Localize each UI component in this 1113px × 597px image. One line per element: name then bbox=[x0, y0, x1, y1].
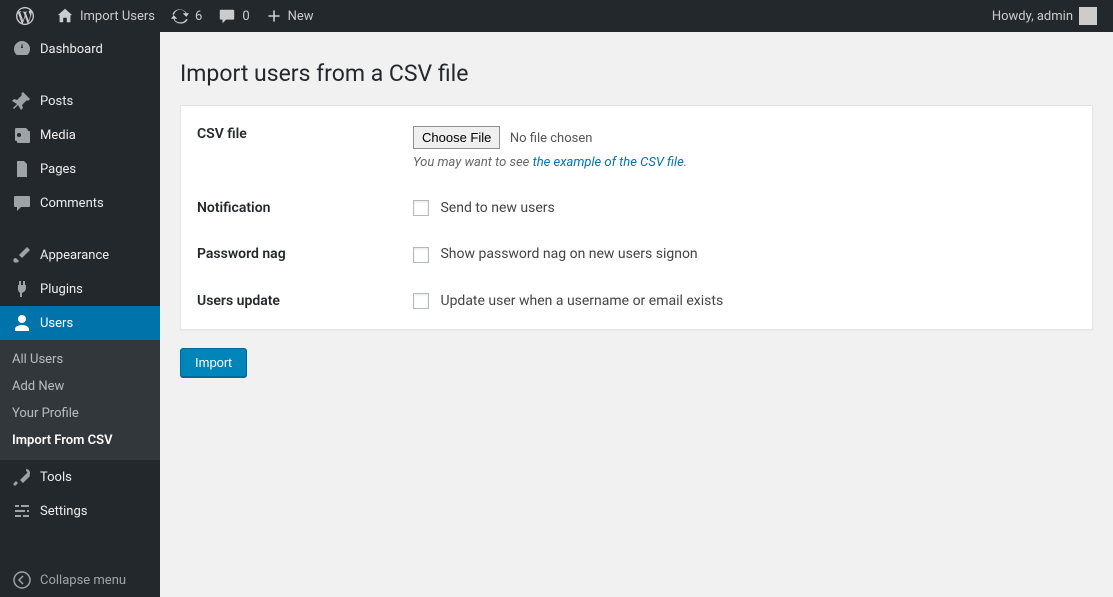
menu-label: Media bbox=[40, 128, 76, 143]
home-icon bbox=[56, 7, 74, 25]
collapse-icon bbox=[12, 570, 32, 590]
users-update-check-label: Update user when a username or email exi… bbox=[440, 293, 723, 309]
menu-label: Tools bbox=[40, 470, 72, 485]
site-title: Import Users bbox=[80, 9, 155, 24]
content-area: Import users from a CSV file CSV file Ch… bbox=[160, 32, 1113, 597]
users-submenu: All Users Add New Your Profile Import Fr… bbox=[0, 340, 160, 460]
menu-dashboard[interactable]: Dashboard bbox=[0, 32, 160, 66]
menu-appearance[interactable]: Appearance bbox=[0, 238, 160, 272]
menu-label: Pages bbox=[40, 162, 76, 177]
update-icon bbox=[171, 7, 189, 25]
sliders-icon bbox=[12, 501, 32, 521]
comments-count: 0 bbox=[242, 9, 249, 24]
updates-count: 6 bbox=[195, 9, 202, 24]
plug-icon bbox=[12, 279, 32, 299]
menu-label: Comments bbox=[40, 196, 104, 211]
pin-icon bbox=[12, 91, 32, 111]
menu-settings[interactable]: Settings bbox=[0, 494, 160, 528]
user-icon bbox=[12, 313, 32, 333]
site-link[interactable]: Import Users bbox=[48, 0, 163, 32]
password-nag-checkbox[interactable] bbox=[413, 247, 429, 263]
notification-checkbox[interactable] bbox=[413, 200, 429, 216]
notification-check-label: Send to new users bbox=[440, 200, 554, 216]
menu-label: Posts bbox=[40, 94, 73, 109]
menu-tools[interactable]: Tools bbox=[0, 460, 160, 494]
page-title: Import users from a CSV file bbox=[180, 52, 1093, 87]
updates-link[interactable]: 6 bbox=[163, 0, 210, 32]
collapse-menu[interactable]: Collapse menu bbox=[0, 563, 160, 597]
row-password-nag: Password nag Show password nag on new us… bbox=[181, 236, 1092, 282]
menu-media[interactable]: Media bbox=[0, 118, 160, 152]
comments-link[interactable]: 0 bbox=[210, 0, 257, 32]
row-users-update: Users update Update user when a username… bbox=[181, 283, 1092, 329]
example-csv-link[interactable]: the example of the CSV file bbox=[533, 155, 684, 170]
users-update-label: Users update bbox=[193, 293, 413, 309]
dashboard-icon bbox=[12, 39, 32, 59]
media-icon bbox=[12, 125, 32, 145]
submenu-all-users[interactable]: All Users bbox=[0, 346, 160, 373]
new-label: New bbox=[288, 9, 314, 24]
brush-icon bbox=[12, 245, 32, 265]
comment-icon bbox=[218, 7, 236, 25]
submenu-your-profile[interactable]: Your Profile bbox=[0, 400, 160, 427]
page-icon bbox=[12, 159, 32, 179]
password-nag-label: Password nag bbox=[193, 246, 413, 262]
comment-icon bbox=[12, 193, 32, 213]
menu-plugins[interactable]: Plugins bbox=[0, 272, 160, 306]
row-notification: Notification Send to new users bbox=[181, 190, 1092, 236]
avatar bbox=[1079, 7, 1097, 25]
password-nag-check-label: Show password nag on new users signon bbox=[440, 246, 697, 262]
wrench-icon bbox=[12, 467, 32, 487]
users-update-checkbox[interactable] bbox=[413, 293, 429, 309]
howdy-text: Howdy, admin bbox=[992, 9, 1073, 24]
admin-sidebar: Dashboard Posts Media Pages Comments App… bbox=[0, 32, 160, 597]
wp-logo[interactable] bbox=[8, 0, 48, 32]
import-button[interactable]: Import bbox=[180, 348, 247, 377]
my-account[interactable]: Howdy, admin bbox=[984, 0, 1105, 32]
menu-label: Users bbox=[40, 316, 73, 331]
file-status: No file chosen bbox=[510, 131, 593, 146]
wordpress-icon bbox=[16, 7, 34, 25]
new-link[interactable]: New bbox=[258, 0, 322, 32]
menu-label: Plugins bbox=[40, 282, 83, 297]
row-csv-file: CSV file Choose File No file chosen You … bbox=[181, 106, 1092, 190]
submenu-add-new[interactable]: Add New bbox=[0, 373, 160, 400]
choose-file-button[interactable]: Choose File bbox=[413, 126, 500, 149]
csv-file-label: CSV file bbox=[193, 126, 413, 170]
admin-bar: Import Users 6 0 New Howdy, admin bbox=[0, 0, 1113, 32]
menu-label: Settings bbox=[40, 504, 87, 519]
menu-label: Appearance bbox=[40, 248, 109, 263]
collapse-label: Collapse menu bbox=[40, 573, 126, 588]
menu-posts[interactable]: Posts bbox=[0, 84, 160, 118]
notification-label: Notification bbox=[193, 200, 413, 216]
menu-label: Dashboard bbox=[40, 42, 103, 57]
menu-comments[interactable]: Comments bbox=[0, 186, 160, 220]
menu-users[interactable]: Users bbox=[0, 306, 160, 340]
submenu-import-csv[interactable]: Import From CSV bbox=[0, 427, 160, 454]
menu-pages[interactable]: Pages bbox=[0, 152, 160, 186]
form-panel: CSV file Choose File No file chosen You … bbox=[180, 105, 1093, 330]
plus-icon bbox=[266, 8, 282, 24]
help-text: You may want to see the example of the C… bbox=[413, 155, 1080, 170]
